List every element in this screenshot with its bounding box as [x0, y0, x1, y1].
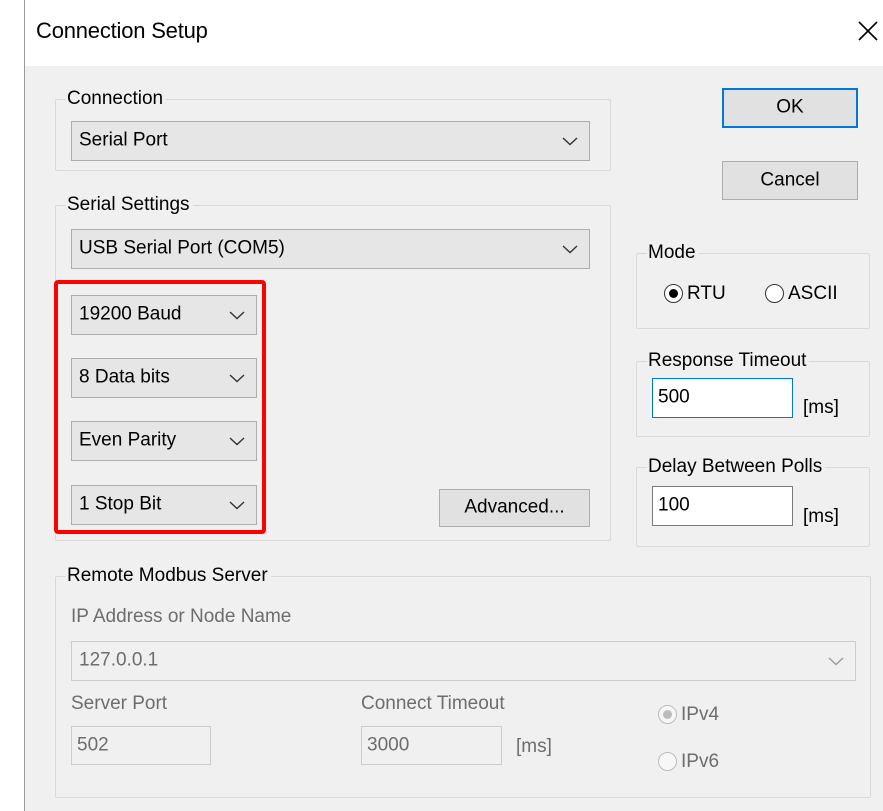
ipv6-label[interactable]: IPv6: [681, 751, 719, 773]
rtu-label[interactable]: RTU: [687, 283, 726, 305]
remote-modbus-server-legend: Remote Modbus Server: [66, 564, 271, 588]
radio-selected-dot: [663, 710, 672, 719]
response-timeout-value: 500: [658, 386, 690, 408]
chevron-down-icon: [562, 137, 578, 146]
serial-port-value: USB Serial Port (COM5): [79, 237, 285, 259]
ascii-radio[interactable]: [765, 284, 784, 303]
chevron-down-icon: [562, 245, 578, 254]
ip-address-dropdown[interactable]: 127.0.0.1: [71, 641, 856, 681]
connect-timeout-label: Connect Timeout: [361, 693, 505, 714]
rtu-radio[interactable]: [664, 284, 683, 303]
connect-timeout-input[interactable]: 3000: [361, 726, 502, 765]
response-timeout-unit: [ms]: [803, 397, 839, 418]
connection-type-dropdown[interactable]: Serial Port: [71, 121, 590, 161]
ipv4-radio[interactable]: [658, 705, 677, 724]
connect-timeout-value: 3000: [367, 734, 410, 756]
highlight-box: [54, 280, 266, 534]
close-icon[interactable]: [857, 20, 879, 42]
server-port-label: Server Port: [71, 693, 168, 714]
ok-button-label: OK: [776, 96, 804, 118]
advanced-button[interactable]: Advanced...: [439, 489, 590, 527]
ipv4-label[interactable]: IPv4: [681, 704, 719, 726]
advanced-button-label: Advanced...: [464, 496, 565, 518]
ok-button[interactable]: OK: [722, 88, 858, 128]
server-port-value: 502: [77, 734, 109, 756]
ipv6-radio[interactable]: [658, 752, 677, 771]
chevron-down-icon: [828, 657, 844, 666]
delay-between-polls-input[interactable]: 100: [652, 486, 793, 526]
ip-address-label: IP Address or Node Name: [71, 606, 292, 627]
mode-legend: Mode: [647, 241, 699, 265]
ascii-label[interactable]: ASCII: [788, 283, 838, 305]
delay-between-polls-unit: [ms]: [803, 506, 839, 527]
connection-legend: Connection: [66, 87, 167, 111]
delay-between-polls-legend: Delay Between Polls: [647, 455, 826, 479]
serial-settings-legend: Serial Settings: [66, 193, 193, 217]
dialog-title: Connection Setup: [36, 18, 208, 43]
delay-between-polls-value: 100: [658, 494, 690, 516]
cancel-button-label: Cancel: [760, 169, 820, 191]
radio-selected-dot: [669, 289, 678, 298]
response-timeout-legend: Response Timeout: [647, 349, 810, 373]
serial-port-dropdown[interactable]: USB Serial Port (COM5): [71, 229, 590, 269]
connect-timeout-unit: [ms]: [516, 736, 552, 757]
ip-address-value: 127.0.0.1: [79, 649, 159, 671]
response-timeout-input[interactable]: 500: [652, 378, 793, 418]
connection-type-value: Serial Port: [79, 129, 168, 151]
server-port-input[interactable]: 502: [71, 726, 211, 765]
title-bar: Connection Setup: [25, 0, 883, 66]
cancel-button[interactable]: Cancel: [722, 161, 858, 200]
